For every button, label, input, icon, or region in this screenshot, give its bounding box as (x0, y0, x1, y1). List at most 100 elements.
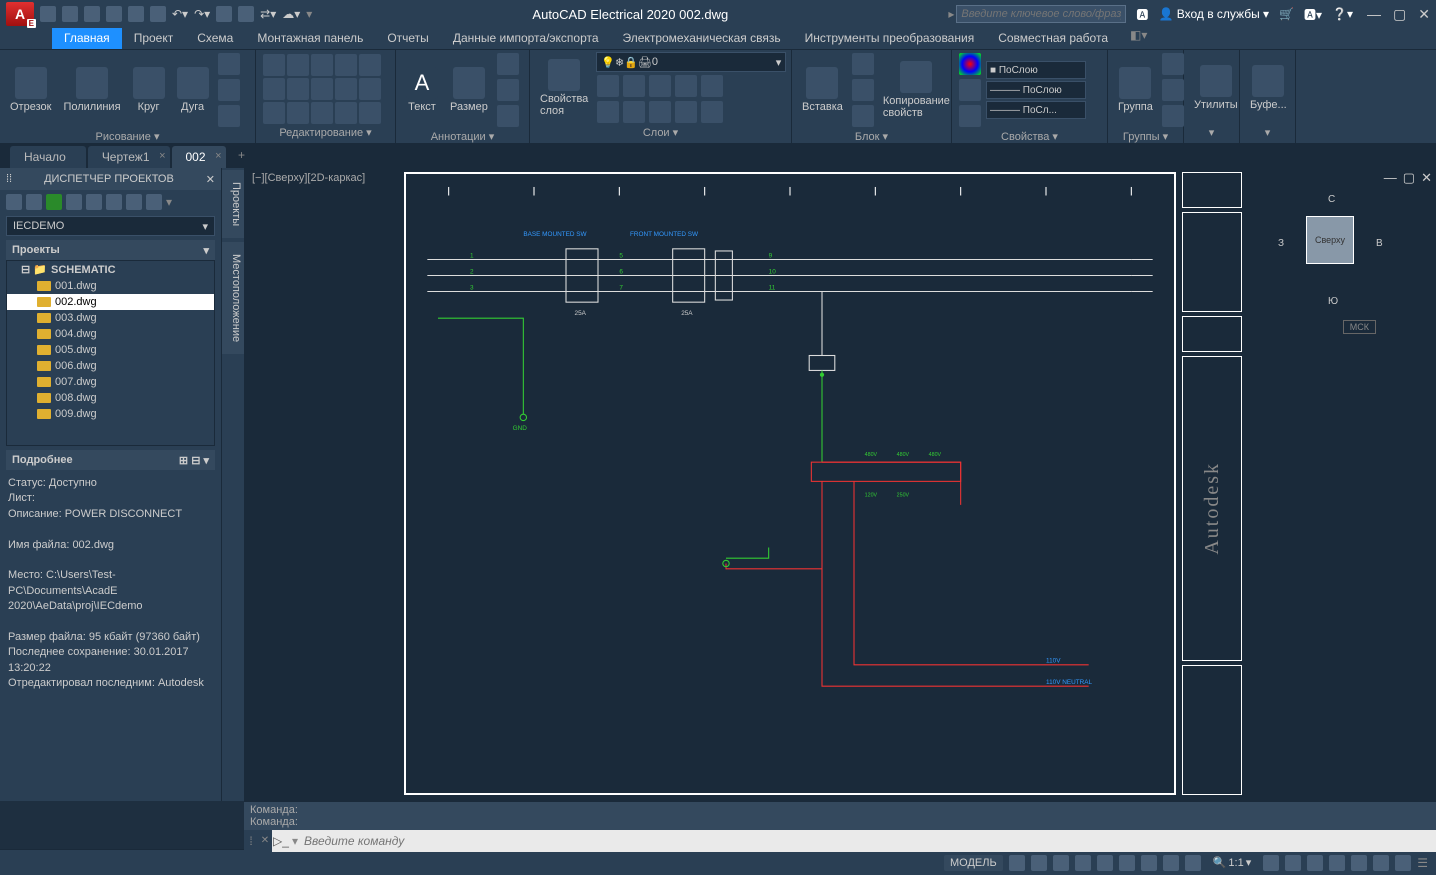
extend-icon[interactable] (335, 54, 357, 76)
panel-layers-label[interactable]: Слои ▾ (536, 124, 785, 141)
monitor-icon[interactable] (1307, 855, 1323, 871)
hardware-accel-icon[interactable] (1351, 855, 1367, 871)
pm-new-icon[interactable] (6, 194, 22, 210)
search-input[interactable] (956, 5, 1126, 23)
fillet-icon[interactable] (311, 78, 333, 100)
maximize-icon[interactable]: ▢ (1393, 6, 1406, 23)
app-logo[interactable]: A (6, 2, 34, 26)
lineweight-combo[interactable]: ——— ПоСл... (986, 101, 1086, 119)
layer-iso-icon[interactable] (597, 75, 619, 97)
linetype-combo[interactable]: ——— ПоСлою (986, 81, 1086, 99)
pm-project-combo[interactable]: IECDEMO▾ (6, 216, 215, 236)
pm-refresh-icon[interactable] (46, 194, 62, 210)
block-attr-icon[interactable] (852, 79, 874, 101)
panel-draw-label[interactable]: Рисование ▾ (6, 128, 249, 145)
viewcube-north[interactable]: С (1328, 194, 1335, 205)
dimension-button[interactable]: Размер (446, 65, 492, 115)
layer-t4-icon[interactable] (675, 101, 697, 123)
doc-tab-start[interactable]: Начало (10, 146, 86, 168)
ungroup-icon[interactable] (1162, 53, 1184, 75)
group-button[interactable]: Группа (1114, 65, 1157, 115)
saveas-icon[interactable] (106, 6, 122, 22)
tree-file[interactable]: 001.dwg (7, 278, 214, 294)
color-combo[interactable]: ■ ПоСлою (986, 61, 1086, 79)
featured-apps-icon[interactable]: ◧▾ (1130, 28, 1147, 49)
layer-t5-icon[interactable] (701, 101, 723, 123)
cleanscreen-icon[interactable] (1373, 855, 1389, 871)
customize-icon[interactable] (1395, 855, 1411, 871)
lineweight-toggle-icon[interactable] (1141, 855, 1157, 871)
panel-props-label[interactable]: Свойства ▾ (958, 128, 1101, 145)
otrack-icon[interactable] (1119, 855, 1135, 871)
panel-annot-label[interactable]: Аннотации ▾ (402, 128, 523, 145)
details-header[interactable]: Подробнее⊞ ⊟ ▾ (6, 450, 215, 470)
tab-reports[interactable]: Отчеты (375, 28, 440, 49)
view-controls-label[interactable]: [−][Сверху][2D-каркас] (252, 172, 365, 184)
table-icon[interactable] (497, 79, 519, 101)
tab-importexport[interactable]: Данные импорта/экспорта (441, 28, 611, 49)
lang-icon[interactable]: 🅰 (1136, 6, 1148, 23)
copy-icon[interactable] (263, 78, 285, 100)
close-icon[interactable]: ✕ (1418, 6, 1430, 23)
tree-file[interactable]: 007.dwg (7, 374, 214, 390)
tree-file[interactable]: 008.dwg (7, 390, 214, 406)
annovisibility-icon[interactable] (1263, 855, 1279, 871)
pm-publish-icon[interactable] (86, 194, 102, 210)
explode-icon[interactable] (359, 78, 381, 100)
chamfer-icon[interactable] (335, 78, 357, 100)
print-icon[interactable] (216, 6, 232, 22)
tab-collab[interactable]: Совместная работа (986, 28, 1120, 49)
grid-icon[interactable] (1009, 855, 1025, 871)
tab-convtools[interactable]: Инструменты преобразования (793, 28, 987, 49)
mirror-icon[interactable] (287, 78, 309, 100)
wcs-label[interactable]: МСК (1343, 320, 1376, 334)
layer-lock-icon[interactable] (649, 75, 671, 97)
scale-icon[interactable] (287, 102, 309, 124)
block-edit-icon[interactable] (852, 53, 874, 75)
layer-freeze-icon[interactable] (623, 75, 645, 97)
pm-plot-icon[interactable] (106, 194, 122, 210)
pm-projects-section[interactable]: Проекты▾ (6, 240, 215, 260)
viewport-close-icon[interactable]: ✕ (1421, 170, 1432, 186)
command-input[interactable] (300, 834, 1436, 848)
block-def-icon[interactable] (852, 105, 874, 127)
pm-more-icon[interactable]: ▾ (166, 195, 172, 209)
doc-tab-002[interactable]: 002× (172, 146, 226, 168)
minimize-icon[interactable]: — (1367, 6, 1381, 23)
layer-props-button[interactable]: Свойства слоя (536, 57, 592, 119)
layer-combo[interactable]: 💡❄🔒🖨 0▾ (596, 52, 786, 72)
cmdline-options-icon[interactable]: ▾ (292, 834, 298, 848)
pm-taskbar-icon[interactable] (66, 194, 82, 210)
line-button[interactable]: Отрезок (6, 65, 55, 115)
close-tab-icon[interactable]: × (159, 150, 165, 162)
color-icon[interactable] (959, 53, 981, 75)
stretch-icon[interactable] (263, 102, 285, 124)
annot3-icon[interactable] (497, 105, 519, 127)
signin-button[interactable]: 👤 Вход в службы ▾ (1158, 7, 1269, 21)
open-icon[interactable] (62, 6, 78, 22)
doc-tab-drawing1[interactable]: Чертеж1× (88, 146, 170, 168)
snap-icon[interactable] (1031, 855, 1047, 871)
tab-project[interactable]: Проект (122, 28, 186, 49)
text-button[interactable]: AТекст (402, 65, 442, 115)
viewcube-face-top[interactable]: Сверху (1306, 216, 1354, 264)
tab-electromech[interactable]: Электромеханическая связь (611, 28, 793, 49)
tab-schematic[interactable]: Схема (185, 28, 245, 49)
draw-tool3-icon[interactable] (218, 105, 240, 127)
share-icon[interactable]: ⇄▾ (260, 7, 276, 21)
tree-file[interactable]: 005.dwg (7, 342, 214, 358)
redo-icon[interactable]: ↷▾ (194, 7, 210, 21)
tree-file[interactable]: 009.dwg (7, 406, 214, 422)
viewcube-east[interactable]: В (1376, 238, 1383, 249)
tab-home[interactable]: Главная (52, 28, 122, 49)
layer-off-icon[interactable] (675, 75, 697, 97)
transparency-icon[interactable] (1163, 855, 1179, 871)
tree-file[interactable]: 006.dwg (7, 358, 214, 374)
plot-icon[interactable] (150, 6, 166, 22)
layer-t1-icon[interactable] (597, 101, 619, 123)
erase-icon[interactable] (359, 54, 381, 76)
circle-button[interactable]: Круг (129, 65, 169, 115)
undo-icon[interactable]: ↶▾ (172, 7, 188, 21)
cmdline-grip-icon[interactable]: ⁞ (244, 830, 258, 852)
pm-zip-icon[interactable] (126, 194, 142, 210)
